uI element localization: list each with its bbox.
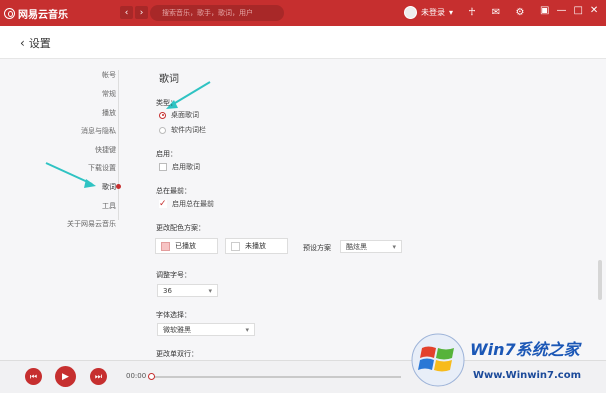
arrowhead-lyrics-menu (84, 179, 96, 188)
watermark-brand: Win7系统之家 (470, 340, 580, 359)
played-label: 已播放 (175, 242, 196, 250)
radio-label: 桌面歌词 (171, 111, 199, 119)
chevron-down-icon: ▾ (245, 326, 249, 334)
checkbox-enable-lyrics[interactable]: 启用歌词 (159, 162, 200, 172)
type-label: 类型： (156, 99, 177, 107)
unplayed-label: 未播放 (245, 242, 266, 250)
radio-desktop-lyrics[interactable]: 桌面歌词 (159, 110, 199, 120)
checkbox-always-on-top[interactable]: ✓ 启用总在最前 (159, 199, 214, 209)
section-title: 歌词 (159, 74, 179, 85)
windows-logo-icon (411, 333, 465, 387)
play-icon[interactable]: ▶ (55, 366, 76, 387)
preset-label: 预设方案 (303, 244, 331, 252)
checkbox-label: 启用歌词 (172, 163, 200, 171)
fontsize-label: 调整字号： (156, 271, 191, 279)
fontsize-value: 36 (163, 286, 172, 295)
font-select[interactable]: 微软雅黑 ▾ (157, 323, 255, 336)
preset-select[interactable]: 酷炫黑 ▾ (340, 240, 402, 253)
played-color-button[interactable]: 已播放 (155, 238, 218, 254)
font-label: 字体选择： (156, 311, 191, 319)
radio-selected-icon (159, 111, 166, 119)
progress-knob[interactable] (148, 373, 155, 380)
checkbox-unchecked-icon (159, 163, 167, 171)
enable-label: 启用： (156, 150, 177, 158)
scrollbar[interactable] (598, 260, 602, 300)
line-mode-label: 更改单双行： (156, 350, 198, 358)
lyrics-settings-panel: 歌词 类型： 桌面歌词 软件内词栏 启用： 启用歌词 总在最前： ✓ 启用总在最… (155, 58, 595, 360)
chevron-down-icon: ▾ (208, 287, 212, 295)
played-color-swatch (161, 241, 170, 251)
radio-label: 软件内词栏 (171, 126, 206, 134)
radio-inapp-lyrics[interactable]: 软件内词栏 (159, 125, 206, 135)
checkbox-label: 启用总在最前 (172, 200, 214, 208)
unplayed-color-button[interactable]: 未播放 (225, 238, 288, 254)
current-time: 00:00 (126, 372, 147, 380)
radio-unselected-icon (159, 126, 166, 134)
font-value: 微软雅黑 (163, 325, 191, 334)
unplayed-color-swatch (231, 241, 240, 251)
watermark: Win7系统之家 Www.Winwin7.com (408, 330, 604, 390)
checkmark-icon: ✓ (159, 199, 167, 209)
color-scheme-label: 更改配色方案： (156, 224, 205, 232)
previous-track-icon[interactable]: ⏮ (25, 368, 42, 385)
arrow-to-lyrics-menu (45, 162, 93, 185)
preset-value: 酷炫黑 (346, 242, 367, 251)
progress-bar[interactable] (148, 373, 401, 380)
next-track-icon[interactable]: ⏭ (90, 368, 107, 385)
ontop-label: 总在最前： (156, 187, 191, 195)
watermark-url: Www.Winwin7.com (473, 370, 582, 381)
fontsize-select[interactable]: 36 ▾ (157, 284, 218, 297)
chevron-down-icon: ▾ (392, 243, 396, 251)
